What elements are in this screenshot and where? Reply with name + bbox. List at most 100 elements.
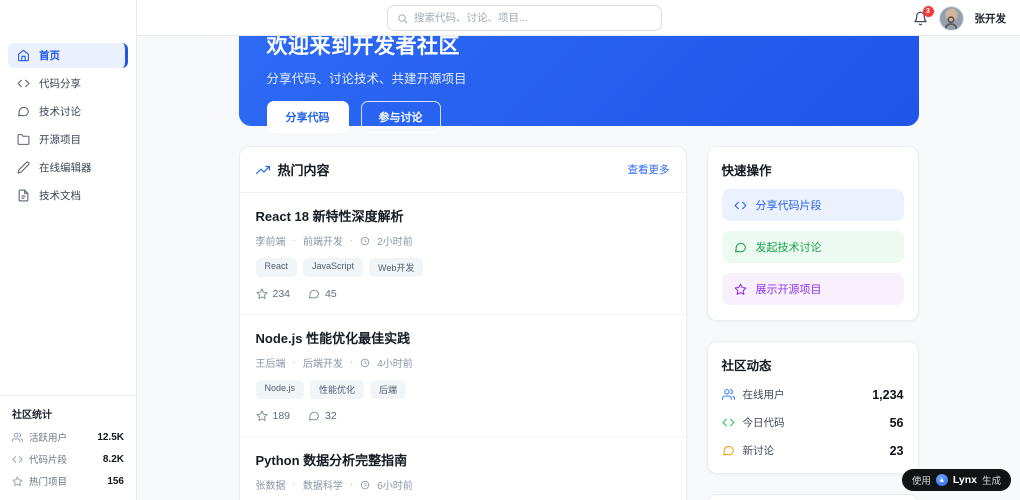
star-icon [734, 283, 747, 296]
comment-count-value: 32 [325, 410, 337, 422]
username: 张开发 [974, 12, 1007, 25]
stat-value: 12.5K [97, 431, 124, 443]
code-icon [17, 77, 30, 90]
community-stats-card: 社区动态 在线用户 1,234 今日代码 56 新讨论 23 [706, 341, 919, 474]
sidebar-item-docs[interactable]: 技术文档 [8, 183, 128, 208]
trending-title: 热门内容 [277, 163, 330, 178]
stat-value: 156 [107, 475, 124, 487]
notification-badge: 3 [922, 5, 934, 17]
comment-count[interactable]: 45 [308, 288, 337, 300]
badge-brand: Lynx [952, 474, 977, 486]
showcase-project-button[interactable]: 展示开源项目 [721, 273, 904, 305]
article-title[interactable]: Python 数据分析完整指南 [256, 450, 670, 469]
article-category: 前端开发 [302, 237, 343, 248]
article-stats: 234 45 [256, 288, 670, 300]
comment-count[interactable]: 32 [308, 410, 337, 422]
main-area: 欢迎来到开发者社区 分享代码、讨论技术、共建开源项目 分享代码 参与讨论 热门内… [137, 36, 1020, 500]
meta-dot: · [349, 357, 354, 368]
article-time: 4小时前 [377, 359, 413, 370]
star-icon [256, 288, 268, 300]
article-time: 2小时前 [377, 237, 413, 248]
chat-icon [17, 105, 30, 118]
edit-icon [17, 161, 30, 174]
search-icon [397, 13, 408, 24]
article-meta: 王后端 · 后端开发 · 4小时前 [256, 355, 670, 370]
stat-label: 热门项目 [29, 477, 68, 488]
tag[interactable]: Web开发 [369, 258, 424, 277]
article-title[interactable]: Node.js 性能优化最佳实践 [256, 328, 670, 347]
tag[interactable]: Node.js [255, 380, 305, 399]
chat-icon [722, 444, 735, 457]
article-row[interactable]: Node.js 性能优化最佳实践 王后端 · 后端开发 · 4小时前 Node.… [239, 315, 686, 437]
tag[interactable]: React [255, 258, 298, 277]
comment-icon [308, 410, 320, 422]
today-code-row: 今日代码 56 [722, 415, 904, 430]
article-author: 李前端 [255, 237, 286, 248]
article-author: 王后端 [255, 359, 286, 370]
star-count[interactable]: 189 [256, 410, 291, 422]
tag[interactable]: 后端 [370, 380, 407, 399]
share-snippet-button[interactable]: 分享代码片段 [721, 189, 904, 221]
start-discussion-button[interactable]: 发起技术讨论 [721, 231, 904, 263]
trending-header: 热门内容 查看更多 [239, 147, 686, 193]
tag[interactable]: 性能优化 [310, 380, 365, 399]
sidebar-stat-snippets: 代码片段 8.2K [12, 452, 124, 466]
star-icon [12, 476, 23, 487]
home-icon [17, 49, 30, 62]
share-code-button[interactable]: 分享代码 [266, 101, 349, 133]
users-icon [12, 432, 23, 443]
quick-action-label: 展示开源项目 [755, 284, 822, 296]
stat-label: 新讨论 [742, 445, 775, 457]
hot-tags-card: 热门标签 React Node.js Python Vue JavaScript… [706, 494, 919, 500]
sidebar-nav: 首页 代码分享 技术讨论 开源项目 在线编辑器 技术文档 [0, 0, 136, 211]
sidebar-item-projects[interactable]: 开源项目 [8, 127, 128, 152]
meta-dot: · [292, 357, 296, 368]
content: 欢迎来到开发者社区 分享代码、讨论技术、共建开源项目 分享代码 参与讨论 热门内… [238, 36, 919, 500]
article-row[interactable]: React 18 新特性深度解析 李前端 · 前端开发 · 2小时前 React… [239, 193, 686, 315]
person-icon [943, 14, 959, 30]
trending-more-link[interactable]: 查看更多 [628, 162, 670, 177]
stat-value: 8.2K [102, 453, 124, 465]
stat-value: 56 [889, 415, 904, 430]
join-discussion-button[interactable]: 参与讨论 [360, 101, 441, 133]
sidebar-item-label: 首页 [39, 50, 60, 62]
meta-dot: · [349, 235, 354, 246]
sidebar: 首页 代码分享 技术讨论 开源项目 在线编辑器 技术文档 社区统计 活跃用户 1… [0, 0, 137, 500]
badge-prefix: 使用 [911, 476, 931, 487]
sidebar-item-label: 开源项目 [39, 134, 81, 146]
sidebar-item-label: 在线编辑器 [39, 162, 92, 174]
trending-card: 热门内容 查看更多 React 18 新特性深度解析 李前端 · 前端开发 · … [238, 146, 687, 500]
sidebar-item-discussions[interactable]: 技术讨论 [8, 99, 128, 124]
comment-count-value: 45 [325, 288, 337, 300]
notifications-button[interactable]: 3 [913, 5, 934, 26]
avatar[interactable] [938, 5, 964, 31]
stat-label: 在线用户 [742, 389, 785, 401]
top-header: 3 张开发 [137, 0, 1020, 36]
new-discussions-row: 新讨论 23 [722, 443, 904, 458]
users-icon [722, 388, 735, 401]
tag[interactable]: JavaScript [303, 258, 364, 277]
sidebar-item-home[interactable]: 首页 [8, 43, 128, 68]
article-time: 6小时前 [377, 481, 413, 492]
search-input[interactable] [414, 12, 652, 24]
star-count[interactable]: 234 [256, 288, 290, 300]
article-title[interactable]: React 18 新特性深度解析 [256, 206, 670, 225]
folder-icon [17, 133, 30, 146]
stat-value: 23 [889, 443, 904, 458]
sidebar-item-label: 技术讨论 [39, 106, 81, 118]
hero-title: 欢迎来到开发者社区 [266, 36, 460, 58]
clock-icon [360, 236, 370, 246]
badge-suffix: 生成 [981, 476, 1001, 487]
left-column: 热门内容 查看更多 React 18 新特性深度解析 李前端 · 前端开发 · … [238, 146, 687, 500]
article-category: 数据科学 [302, 481, 343, 492]
lynx-generated-badge[interactable]: 使用 ▲ Lynx 生成 [901, 469, 1011, 491]
sidebar-item-editor[interactable]: 在线编辑器 [8, 155, 128, 180]
star-count-value: 189 [272, 410, 291, 422]
community-stats-title: 社区动态 [721, 359, 772, 373]
stat-value: 1,234 [872, 387, 904, 402]
article-row[interactable]: Python 数据分析完整指南 张数据 · 数据科学 · 6小时前 Python… [240, 437, 686, 500]
sidebar-item-code-share[interactable]: 代码分享 [8, 71, 128, 96]
code-icon [12, 454, 23, 465]
quick-action-label: 分享代码片段 [755, 200, 822, 212]
stat-label: 代码片段 [29, 455, 68, 466]
